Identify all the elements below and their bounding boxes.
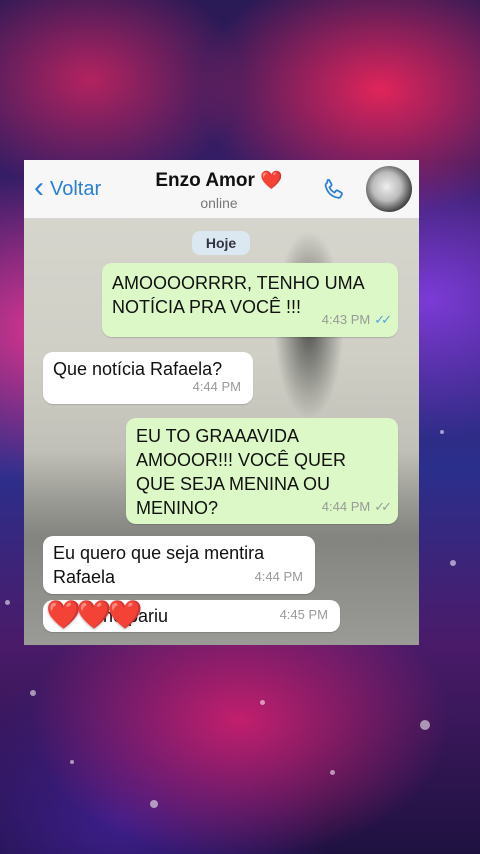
message-time: 4:45 PM (279, 607, 328, 622)
message-meta: 4:43 PM ✓✓ (321, 308, 392, 332)
message-time: 4:44 PM (192, 379, 241, 394)
message-bubble-outgoing[interactable]: EU TO GRAAAVIDA AMOOOR!!! VOCÊ QUER QUE … (126, 418, 398, 524)
hearts-emoji: ❤️❤️❤️ (46, 599, 143, 630)
sparkle (260, 700, 265, 705)
sparkle (70, 760, 74, 764)
phone-icon[interactable] (320, 176, 348, 204)
message-bubble-incoming[interactable]: Que notícia Rafaela? 4:44 PM (43, 352, 253, 404)
delivered-ticks-icon: ✓✓ (374, 499, 392, 514)
message-time: 4:43 PM (321, 312, 371, 327)
message-bubble-incoming[interactable]: Eu quero que seja mentira Rafaela 4:44 P… (43, 536, 315, 594)
message-time: 4:44 PM (321, 499, 371, 514)
message-meta: 4:45 PM (280, 603, 328, 627)
chat-header: ‹ Voltar Enzo Amor ❤️ online (24, 160, 419, 219)
message-bubble-outgoing[interactable]: AMOOOORRRR, TENHO UMA NOTÍCIA PRA VOCÊ !… (102, 263, 398, 337)
back-label: Voltar (50, 178, 102, 200)
sparkle (330, 770, 335, 775)
chevron-left-icon: ‹ (34, 170, 44, 204)
contact-info[interactable]: Enzo Amor ❤️ online (144, 170, 294, 211)
heart-stickers: ❤️❤️❤️ (46, 598, 143, 631)
back-button[interactable]: ‹ Voltar (34, 170, 102, 204)
sparkle (440, 430, 444, 434)
message-meta: 4:44 PM ✓✓ (321, 495, 392, 519)
contact-status: online (200, 195, 238, 211)
avatar[interactable] (366, 166, 412, 212)
heart-emoji: ❤️ (260, 170, 283, 190)
message-meta: 4:44 PM (193, 375, 241, 399)
sparkle (420, 720, 430, 730)
message-meta: 4:44 PM (255, 565, 303, 589)
sparkle (5, 600, 10, 605)
date-badge: Hoje (192, 231, 250, 255)
message-time: 4:44 PM (254, 569, 303, 584)
read-ticks-icon: ✓✓ (374, 312, 392, 327)
sparkle (450, 560, 456, 566)
contact-name: Enzo Amor (155, 170, 255, 191)
sparkle (150, 800, 158, 808)
contact-name-row: Enzo Amor ❤️ (144, 170, 294, 192)
chat-screenshot: ‹ Voltar Enzo Amor ❤️ online Hoje AMOOOO… (24, 160, 419, 645)
sparkle (30, 690, 36, 696)
